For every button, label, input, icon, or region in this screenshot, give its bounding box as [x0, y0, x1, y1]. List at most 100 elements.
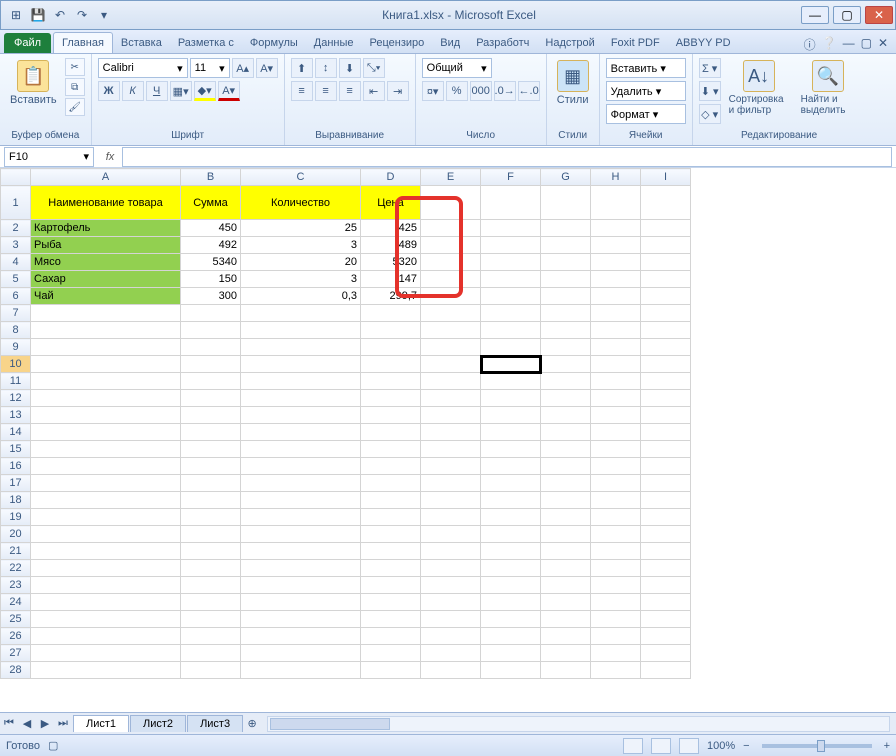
col-header-B[interactable]: B	[181, 169, 241, 186]
cell-C10[interactable]	[241, 356, 361, 373]
clear-button[interactable]: ◇ ▾	[699, 104, 721, 124]
cell-C18[interactable]	[241, 492, 361, 509]
col-header-H[interactable]: H	[591, 169, 641, 186]
cell-G10[interactable]	[541, 356, 591, 373]
cell-C5[interactable]: 3	[241, 271, 361, 288]
cell-A6[interactable]: Чай	[31, 288, 181, 305]
cell-F24[interactable]	[481, 594, 541, 611]
cell-B13[interactable]	[181, 407, 241, 424]
cell-C13[interactable]	[241, 407, 361, 424]
cell-H8[interactable]	[591, 322, 641, 339]
increase-font-icon[interactable]: A▴	[232, 58, 254, 78]
tab-insert[interactable]: Вставка	[113, 33, 170, 53]
underline-button[interactable]: Ч	[146, 81, 168, 101]
cell-A11[interactable]	[31, 373, 181, 390]
cell-G8[interactable]	[541, 322, 591, 339]
cell-H4[interactable]	[591, 254, 641, 271]
horizontal-scrollbar[interactable]	[267, 716, 890, 732]
cell-F25[interactable]	[481, 611, 541, 628]
cell-I13[interactable]	[641, 407, 691, 424]
cell-B23[interactable]	[181, 577, 241, 594]
cell-D4[interactable]: 5320	[361, 254, 421, 271]
cell-D12[interactable]	[361, 390, 421, 407]
cell-A9[interactable]	[31, 339, 181, 356]
cell-D27[interactable]	[361, 645, 421, 662]
cell-A24[interactable]	[31, 594, 181, 611]
formula-input[interactable]	[122, 147, 892, 167]
cell-G12[interactable]	[541, 390, 591, 407]
row-header-17[interactable]: 17	[1, 475, 31, 492]
cell-D20[interactable]	[361, 526, 421, 543]
cell-F9[interactable]	[481, 339, 541, 356]
cell-C6[interactable]: 0,3	[241, 288, 361, 305]
cell-B2[interactable]: 450	[181, 220, 241, 237]
currency-icon[interactable]: ¤▾	[422, 81, 444, 101]
row-header-4[interactable]: 4	[1, 254, 31, 271]
cell-B11[interactable]	[181, 373, 241, 390]
cell-B9[interactable]	[181, 339, 241, 356]
decrease-decimal-icon[interactable]: ←.0	[518, 81, 540, 101]
cell-H12[interactable]	[591, 390, 641, 407]
align-top-icon[interactable]: ⬆	[291, 58, 313, 78]
cell-B6[interactable]: 300	[181, 288, 241, 305]
cell-I4[interactable]	[641, 254, 691, 271]
cell-I11[interactable]	[641, 373, 691, 390]
cell-D19[interactable]	[361, 509, 421, 526]
file-tab[interactable]: Файл	[4, 33, 51, 53]
font-size-combo[interactable]: 11▾	[190, 58, 230, 78]
comma-icon[interactable]: 000	[470, 81, 492, 101]
cell-H14[interactable]	[591, 424, 641, 441]
cell-B17[interactable]	[181, 475, 241, 492]
cell-A17[interactable]	[31, 475, 181, 492]
cell-G17[interactable]	[541, 475, 591, 492]
col-header-C[interactable]: C	[241, 169, 361, 186]
tab-abbyy[interactable]: ABBYY PD	[668, 33, 739, 53]
ribbon-window-close-icon[interactable]: ✕	[878, 36, 888, 53]
cell-F22[interactable]	[481, 560, 541, 577]
cell-I10[interactable]	[641, 356, 691, 373]
fill-button[interactable]: ⬇ ▾	[699, 81, 721, 101]
cell-F17[interactable]	[481, 475, 541, 492]
cell-I22[interactable]	[641, 560, 691, 577]
tab-formulas[interactable]: Формулы	[242, 33, 306, 53]
cell-C12[interactable]	[241, 390, 361, 407]
macro-record-icon[interactable]: ▢	[48, 739, 58, 752]
cell-F3[interactable]	[481, 237, 541, 254]
tab-review[interactable]: Рецензиро	[362, 33, 433, 53]
col-header-G[interactable]: G	[541, 169, 591, 186]
cell-C25[interactable]	[241, 611, 361, 628]
cell-B10[interactable]	[181, 356, 241, 373]
cell-F21[interactable]	[481, 543, 541, 560]
redo-icon[interactable]: ↷	[73, 6, 91, 24]
view-page-layout-icon[interactable]	[651, 738, 671, 754]
cell-E28[interactable]	[421, 662, 481, 679]
cell-C7[interactable]	[241, 305, 361, 322]
cell-D3[interactable]: 489	[361, 237, 421, 254]
cell-E13[interactable]	[421, 407, 481, 424]
zoom-thumb[interactable]	[817, 740, 825, 752]
cell-F26[interactable]	[481, 628, 541, 645]
cell-H10[interactable]	[591, 356, 641, 373]
cell-G2[interactable]	[541, 220, 591, 237]
cell-C9[interactable]	[241, 339, 361, 356]
row-header-22[interactable]: 22	[1, 560, 31, 577]
row-header-21[interactable]: 21	[1, 543, 31, 560]
cell-E18[interactable]	[421, 492, 481, 509]
cell-C8[interactable]	[241, 322, 361, 339]
format-cells-button[interactable]: Формат ▾	[606, 104, 686, 124]
cell-F13[interactable]	[481, 407, 541, 424]
cell-A25[interactable]	[31, 611, 181, 628]
cell-G15[interactable]	[541, 441, 591, 458]
next-sheet-icon[interactable]: ▶	[36, 715, 54, 733]
cell-A5[interactable]: Сахар	[31, 271, 181, 288]
row-header-8[interactable]: 8	[1, 322, 31, 339]
view-page-break-icon[interactable]	[679, 738, 699, 754]
minimize-button[interactable]: —	[801, 6, 829, 24]
cell-A23[interactable]	[31, 577, 181, 594]
cell-I7[interactable]	[641, 305, 691, 322]
cell-F5[interactable]	[481, 271, 541, 288]
cell-C20[interactable]	[241, 526, 361, 543]
tab-home[interactable]: Главная	[53, 32, 113, 53]
row-header-6[interactable]: 6	[1, 288, 31, 305]
view-normal-icon[interactable]	[623, 738, 643, 754]
